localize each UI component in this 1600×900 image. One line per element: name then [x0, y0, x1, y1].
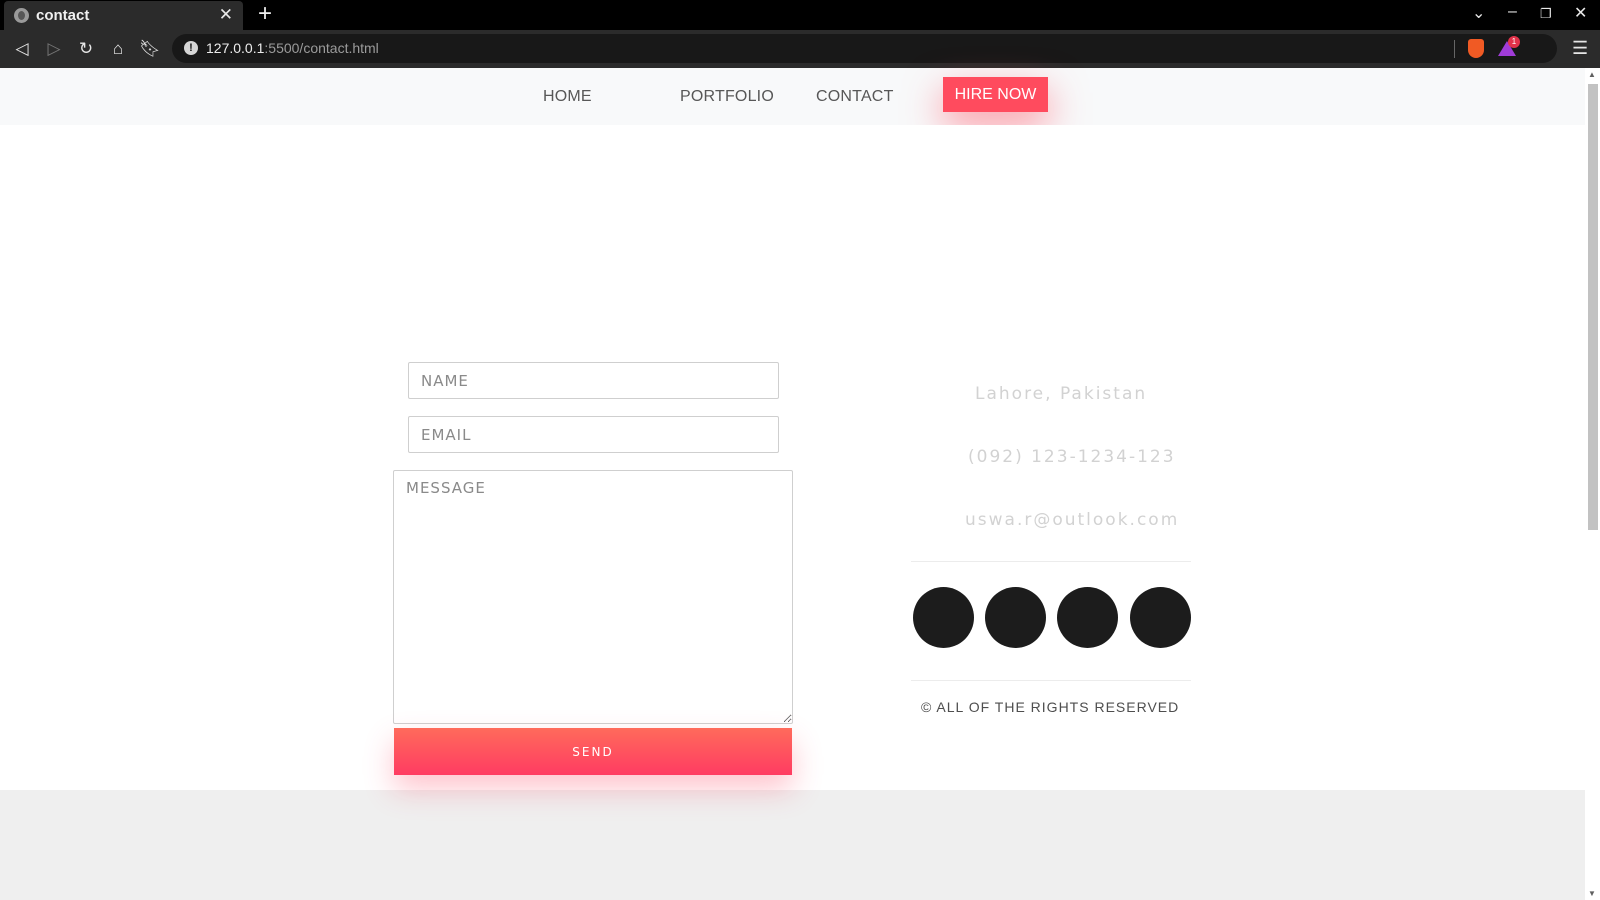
- home-icon[interactable]: ⌂: [107, 38, 129, 60]
- nav-home-link[interactable]: HOME: [543, 88, 592, 106]
- url-divider: [1454, 40, 1455, 58]
- email-text: uswa.r@outlook.com: [965, 510, 1180, 530]
- social-icon-2[interactable]: [985, 587, 1046, 648]
- email-field[interactable]: [408, 416, 779, 453]
- scroll-down-icon[interactable]: ▼: [1588, 889, 1596, 898]
- url-text: 127.0.0.1:5500/contact.html: [206, 40, 379, 56]
- site-navbar: HOME PORTFOLIO CONTACT HIRE NOW: [0, 68, 1585, 125]
- copyright-text: © ALL OF THE RIGHTS RESERVED: [921, 699, 1180, 715]
- new-tab-button[interactable]: +: [258, 0, 272, 28]
- phone-text: (092) 123-1234-123: [968, 447, 1176, 467]
- chevron-down-icon[interactable]: ⌄: [1472, 3, 1485, 23]
- location-text: Lahore, Pakistan: [975, 384, 1148, 404]
- globe-icon: [14, 8, 29, 23]
- info-icon[interactable]: !: [184, 41, 198, 55]
- brave-shield-icon[interactable]: [1468, 39, 1484, 58]
- divider: [911, 680, 1191, 681]
- contact-section: SEND Lahore, Pakistan (092) 123-1234-123…: [0, 125, 1585, 790]
- hire-now-button[interactable]: HIRE NOW: [943, 77, 1048, 112]
- address-bar[interactable]: ! 127.0.0.1:5500/contact.html 1: [172, 34, 1557, 63]
- nav-contact-link[interactable]: CONTACT: [816, 88, 894, 106]
- close-window-icon[interactable]: ✕: [1574, 3, 1587, 23]
- minimize-icon[interactable]: –: [1508, 3, 1517, 21]
- browser-tab[interactable]: contact ✕: [4, 1, 243, 30]
- message-field[interactable]: [393, 470, 793, 724]
- hamburger-menu-icon[interactable]: ☰: [1572, 38, 1588, 59]
- browser-toolbar: ◁ ▷ ↻ ⌂ 🔖︎ ! 127.0.0.1:5500/contact.html…: [0, 30, 1600, 68]
- scroll-up-icon[interactable]: ▲: [1588, 70, 1596, 79]
- social-icon-3[interactable]: [1057, 587, 1118, 648]
- back-icon[interactable]: ◁: [11, 38, 33, 60]
- tab-title: contact: [36, 7, 90, 24]
- forward-icon[interactable]: ▷: [43, 38, 65, 60]
- close-icon[interactable]: ✕: [219, 5, 233, 25]
- page-scrollbar[interactable]: ▲ ▼: [1585, 68, 1600, 900]
- social-icon-4[interactable]: [1130, 587, 1191, 648]
- tab-bar: contact ✕ + ⌄ – ❐ ✕: [0, 0, 1600, 30]
- reload-icon[interactable]: ↻: [75, 38, 97, 60]
- nav-portfolio-link[interactable]: PORTFOLIO: [680, 88, 774, 106]
- divider: [911, 561, 1191, 562]
- name-field[interactable]: [408, 362, 779, 399]
- restore-icon[interactable]: ❐: [1540, 6, 1552, 22]
- bookmark-icon[interactable]: 🔖︎: [139, 38, 161, 60]
- social-icon-1[interactable]: [913, 587, 974, 648]
- scrollbar-thumb[interactable]: [1588, 84, 1598, 530]
- send-button[interactable]: SEND: [394, 728, 792, 775]
- page-viewport: HOME PORTFOLIO CONTACT HIRE NOW SEND Lah…: [0, 68, 1585, 900]
- rewards-badge: 1: [1508, 36, 1520, 48]
